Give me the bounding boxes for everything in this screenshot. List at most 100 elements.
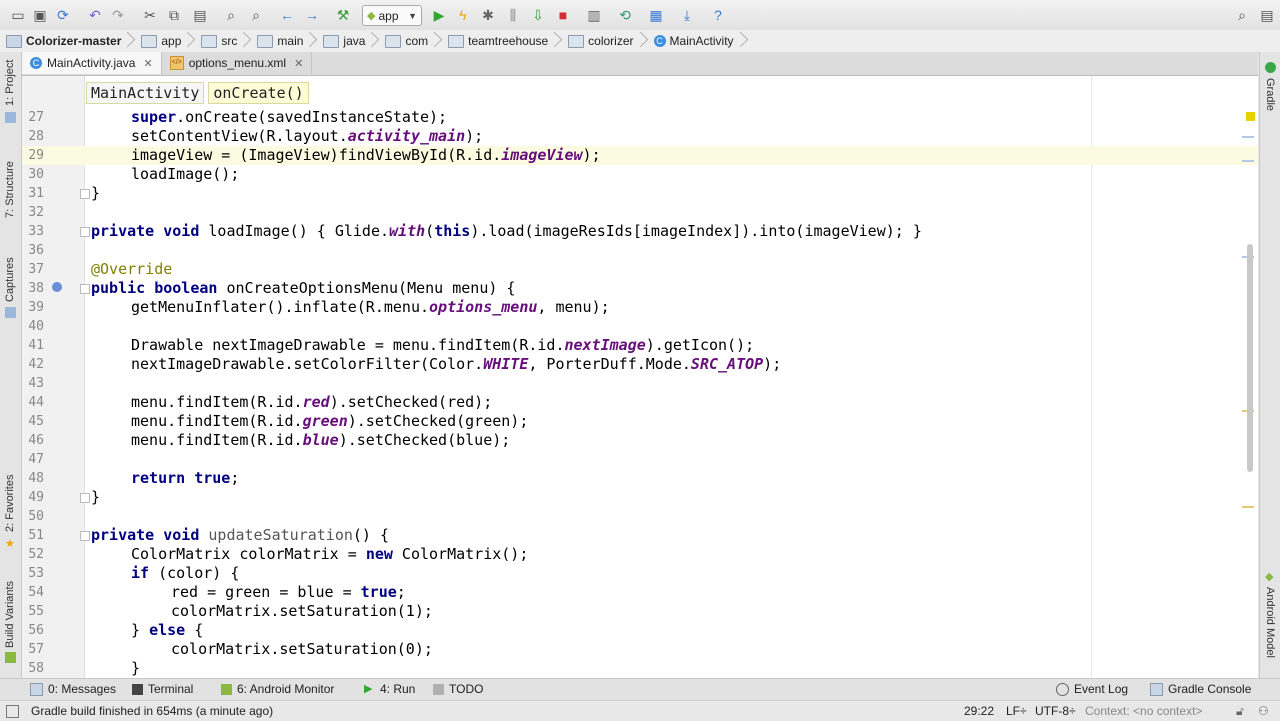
code-text[interactable]: imageView = (ImageView)findViewById(R.id… xyxy=(131,146,601,165)
code-line[interactable]: 56} else { xyxy=(22,621,1258,640)
code-text[interactable]: } xyxy=(91,184,100,203)
replace-icon[interactable]: ⌕ xyxy=(246,5,266,25)
warning-stripe[interactable] xyxy=(1242,506,1254,508)
close-icon[interactable]: ✕ xyxy=(143,57,152,70)
sync-icon[interactable]: ⟳ xyxy=(53,5,73,25)
run-icon[interactable]: ▶ xyxy=(429,5,449,25)
code-line[interactable]: 48 return true; xyxy=(22,469,1258,488)
code-line[interactable]: 40 xyxy=(22,317,1258,336)
run-config-selector[interactable]: ◆ app ▼ xyxy=(362,5,422,26)
avd-manager-icon[interactable]: ▥ xyxy=(584,5,604,25)
code-text[interactable]: } xyxy=(131,659,140,678)
breadcrumb-item-project[interactable]: Colorizer-master xyxy=(0,30,135,52)
usage-marker[interactable] xyxy=(1242,160,1254,162)
tool-build-variants[interactable]: Build Variants xyxy=(4,581,16,648)
redo-icon[interactable]: ↷ xyxy=(108,5,128,25)
breadcrumb-item-teamtreehouse[interactable]: teamtreehouse xyxy=(442,30,562,52)
code-line[interactable]: 36 xyxy=(22,241,1258,260)
method-crumb-method[interactable]: onCreate() xyxy=(208,82,309,104)
vertical-scrollbar[interactable] xyxy=(1247,244,1253,472)
tab-options-menu[interactable]: </> options_menu.xml ✕ xyxy=(162,52,313,74)
code-line[interactable]: 38 public boolean onCreateOptionsMenu(Men… xyxy=(22,279,1258,298)
line-separator[interactable]: LF÷ xyxy=(1006,704,1027,718)
code-line[interactable]: 53 if (color) { xyxy=(22,564,1258,583)
code-text[interactable]: nextImageDrawable.setColorFilter(Color.W… xyxy=(131,355,781,374)
profile-icon[interactable]: ⇩ xyxy=(528,5,548,25)
code-text[interactable]: } xyxy=(91,488,100,507)
code-area[interactable]: 27 super.onCreate(savedInstanceState); 28 s… xyxy=(22,108,1258,678)
tool-run[interactable]: ▶ 4: Run xyxy=(364,682,415,696)
close-icon[interactable]: ✕ xyxy=(294,57,303,70)
make-icon[interactable]: ⚒ xyxy=(333,5,353,25)
code-line[interactable]: 31} xyxy=(22,184,1258,203)
code-line[interactable]: 45 menu.findItem(R.id.green).setChecked(g… xyxy=(22,412,1258,431)
fold-marker[interactable] xyxy=(80,227,90,237)
code-text[interactable]: menu.findItem(R.id.green).setChecked(gre… xyxy=(131,412,528,431)
code-line[interactable]: 42 nextImageDrawable.setColorFilter(Color… xyxy=(22,355,1258,374)
code-line[interactable]: 54 red = green = blue = true; xyxy=(22,583,1258,602)
tool-project[interactable]: 1: Project xyxy=(4,60,16,106)
code-text[interactable]: loadImage(); xyxy=(131,165,239,184)
fold-marker[interactable] xyxy=(80,531,90,541)
code-editor[interactable]: MainActivity onCreate() 27 super.onCreate… xyxy=(22,76,1258,678)
tool-terminal[interactable]: Terminal xyxy=(132,682,193,696)
breadcrumb-item-app[interactable]: app xyxy=(135,30,195,52)
breadcrumb-item-main[interactable]: main xyxy=(251,30,317,52)
apply-changes-icon[interactable]: ϟ xyxy=(453,5,473,25)
code-text[interactable]: private void loadImage() { Glide.with(th… xyxy=(91,222,922,241)
file-encoding[interactable]: UTF-8÷ xyxy=(1035,704,1076,718)
code-text[interactable]: ColorMatrix colorMatrix = new ColorMatri… xyxy=(131,545,528,564)
code-text[interactable]: return true; xyxy=(131,469,239,488)
tool-messages[interactable]: 0: Messages xyxy=(30,682,116,696)
copy-icon[interactable]: ⧉ xyxy=(164,5,184,25)
code-line[interactable]: 47 xyxy=(22,450,1258,469)
breadcrumb-item-com[interactable]: com xyxy=(379,30,442,52)
context-indicator[interactable]: Context: <no context> xyxy=(1085,704,1202,718)
tool-structure[interactable]: 7: Structure xyxy=(4,161,16,218)
fold-marker[interactable] xyxy=(80,284,90,294)
code-line[interactable]: 46 menu.findItem(R.id.blue).setChecked(bl… xyxy=(22,431,1258,450)
code-text[interactable]: menu.findItem(R.id.red).setChecked(red); xyxy=(131,393,492,412)
code-line[interactable]: 58} xyxy=(22,659,1258,678)
code-line[interactable]: 39 getMenuInflater().inflate(R.menu.optio… xyxy=(22,298,1258,317)
code-line[interactable]: 43 xyxy=(22,374,1258,393)
save-icon[interactable]: ▣ xyxy=(30,5,50,25)
code-text[interactable]: if (color) { xyxy=(131,564,239,583)
code-text[interactable]: Drawable nextImageDrawable = menu.findIt… xyxy=(131,336,754,355)
lock-icon[interactable]: 🔓︎ xyxy=(1236,704,1244,719)
code-line[interactable]: 29 imageView = (ImageView)findViewById(R.… xyxy=(22,146,1258,165)
code-line[interactable]: 51 private void updateSaturation() { xyxy=(22,526,1258,545)
breadcrumb-item-mainactivity[interactable]: C MainActivity xyxy=(648,30,748,52)
code-line[interactable]: 41 Drawable nextImageDrawable = menu.find… xyxy=(22,336,1258,355)
code-text[interactable]: } else { xyxy=(131,621,203,640)
tab-mainactivity[interactable]: C MainActivity.java ✕ xyxy=(22,52,162,74)
code-text[interactable]: colorMatrix.setSaturation(1); xyxy=(171,602,433,621)
breadcrumb-item-src[interactable]: src xyxy=(195,30,251,52)
code-line[interactable]: 57 colorMatrix.setSaturation(0); xyxy=(22,640,1258,659)
attach-icon[interactable]: ⫼ xyxy=(503,5,523,25)
sdk-manager-icon[interactable]: ⤓ xyxy=(677,5,697,25)
code-line[interactable]: 30 loadImage(); xyxy=(22,165,1258,184)
settings-icon[interactable]: ▤ xyxy=(1257,5,1277,25)
tool-todo[interactable]: TODO xyxy=(433,682,483,696)
code-text[interactable]: @Override xyxy=(91,260,172,279)
code-text[interactable]: menu.findItem(R.id.blue).setChecked(blue… xyxy=(131,431,510,450)
tool-favorites[interactable]: 2: Favorites xyxy=(4,475,16,532)
code-line[interactable]: 37 @Override xyxy=(22,260,1258,279)
code-line[interactable]: 55 colorMatrix.setSaturation(1); xyxy=(22,602,1258,621)
search-icon[interactable]: ⌕ xyxy=(1232,5,1252,25)
find-icon[interactable]: ⌕ xyxy=(221,5,241,25)
code-text[interactable]: private void updateSaturation() { xyxy=(91,526,389,545)
tool-android-monitor[interactable]: 6: Android Monitor xyxy=(221,682,334,696)
code-line[interactable]: 44 menu.findItem(R.id.red).setChecked(red… xyxy=(22,393,1258,412)
code-line[interactable]: 33 private void loadImage() { Glide.with(… xyxy=(22,222,1258,241)
tool-android-model[interactable]: Android Model xyxy=(1264,587,1276,658)
caret-position[interactable]: 29:22 xyxy=(964,704,994,718)
tool-windows-icon[interactable] xyxy=(6,705,19,718)
usage-marker[interactable] xyxy=(1242,136,1254,138)
tool-gradle[interactable]: Gradle xyxy=(1264,78,1276,111)
cut-icon[interactable]: ✂ xyxy=(140,5,160,25)
method-crumb-class[interactable]: MainActivity xyxy=(86,82,205,104)
code-text[interactable]: red = green = blue = true; xyxy=(171,583,406,602)
back-icon[interactable]: ← xyxy=(277,5,297,25)
